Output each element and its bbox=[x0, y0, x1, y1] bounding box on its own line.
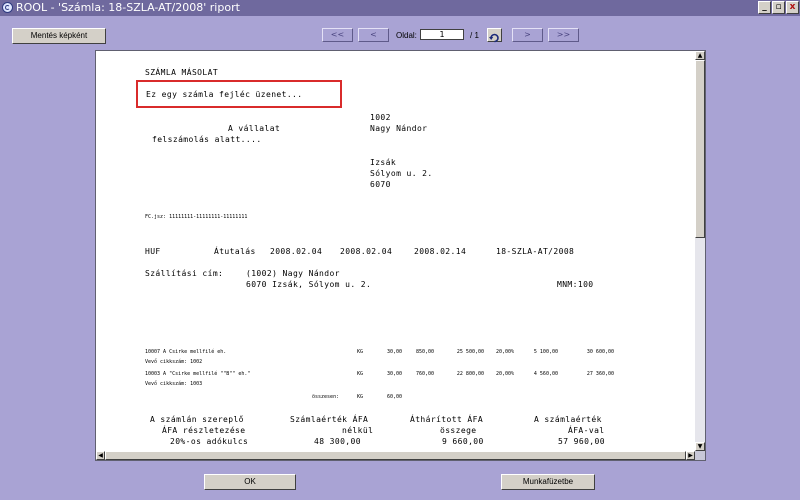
vat-header-1b: ÁFA részletezése bbox=[162, 426, 246, 435]
vat-row-net: 48 300,00 bbox=[314, 437, 361, 446]
prev-page-button[interactable]: < bbox=[358, 28, 389, 42]
vat-header-4b: ÁFA-val bbox=[568, 426, 605, 435]
restore-button[interactable]: ▫ bbox=[772, 1, 785, 14]
minimize-button[interactable]: _ bbox=[758, 1, 771, 14]
page-label: Oldal: bbox=[396, 31, 417, 40]
vat-row-gross: 57 960,00 bbox=[558, 437, 605, 446]
customer-street: Sólyom u. 2. bbox=[370, 169, 433, 178]
customer-code: 1002 bbox=[370, 113, 391, 122]
scroll-right-button[interactable]: ▶ bbox=[686, 451, 695, 460]
header-message: Ez egy számla fejléc üzenet... bbox=[146, 90, 303, 99]
currency: HUF bbox=[145, 247, 161, 256]
scroll-up-button[interactable]: ▲ bbox=[695, 51, 705, 60]
last-page-button[interactable]: >> bbox=[548, 28, 579, 42]
customer-name: Nagy Nándor bbox=[370, 124, 428, 133]
first-page-button[interactable]: << bbox=[322, 28, 353, 42]
vat-header-1: A számlán szereplő bbox=[150, 415, 244, 424]
invoice-number: 18-SZLA-AT/2008 bbox=[496, 247, 575, 256]
issue-date: 2008.02.04 bbox=[270, 247, 323, 256]
report-page bbox=[96, 51, 695, 451]
save-image-button[interactable]: Mentés képként bbox=[12, 28, 106, 44]
scroll-down-button[interactable]: ▼ bbox=[695, 442, 705, 451]
window-title: ROOL - 'Számla: 18-SZLA-AT/2008' riport bbox=[16, 1, 240, 14]
close-button[interactable]: x bbox=[786, 1, 799, 14]
mnm-value: MNM:100 bbox=[557, 280, 594, 289]
vat-row-label: 20%-os adókulcs bbox=[170, 437, 249, 446]
horizontal-scrollbar[interactable]: ◀ ▶ bbox=[96, 451, 695, 460]
vat-header-3: Áthárított ÁFA bbox=[410, 415, 484, 424]
vat-header-3b: összege bbox=[440, 426, 477, 435]
vat-header-4: A számlaérték bbox=[534, 415, 602, 424]
ok-button[interactable]: OK bbox=[204, 474, 296, 490]
export-to-workbook-button[interactable]: Munkafüzetbe bbox=[501, 474, 595, 490]
customer-zip: 6070 bbox=[370, 180, 391, 189]
horizontal-scroll-thumb[interactable] bbox=[105, 451, 686, 460]
tax-number: FC.jsz: 11111111-11111111-11111111 bbox=[145, 214, 248, 220]
refresh-icon bbox=[489, 33, 499, 43]
seller-name: A vállalat bbox=[228, 124, 281, 133]
vertical-scrollbar[interactable]: ▲ ▼ bbox=[695, 51, 705, 451]
delivery-name: (1002) Nagy Nándor bbox=[246, 269, 340, 278]
vat-row-vat: 9 660,00 bbox=[442, 437, 484, 446]
page-number-input[interactable]: 1 bbox=[420, 29, 464, 40]
payment-method: Átutalás bbox=[214, 247, 256, 256]
customer-city: Izsák bbox=[370, 158, 397, 167]
delivery-address: 6070 Izsák, Sólyom u. 2. bbox=[246, 280, 372, 289]
app-icon bbox=[2, 2, 13, 13]
page-total: / 1 bbox=[470, 31, 479, 40]
title-bar: ROOL - 'Számla: 18-SZLA-AT/2008' riport … bbox=[0, 0, 800, 16]
refresh-button[interactable] bbox=[487, 28, 502, 43]
next-page-button[interactable]: > bbox=[512, 28, 543, 42]
report-title: SZÁMLA MÁSOLAT bbox=[145, 68, 219, 77]
due-date: 2008.02.14 bbox=[414, 247, 467, 256]
delivery-label: Szállítási cím: bbox=[145, 269, 224, 278]
vat-header-2: Számlaérték ÁFA bbox=[290, 415, 369, 424]
vertical-scroll-thumb[interactable] bbox=[695, 60, 705, 238]
scroll-left-button[interactable]: ◀ bbox=[96, 451, 105, 460]
vat-header-2b: nélkül bbox=[342, 426, 374, 435]
seller-status: felszámolás alatt.... bbox=[152, 135, 262, 144]
fulfillment-date: 2008.02.04 bbox=[340, 247, 393, 256]
